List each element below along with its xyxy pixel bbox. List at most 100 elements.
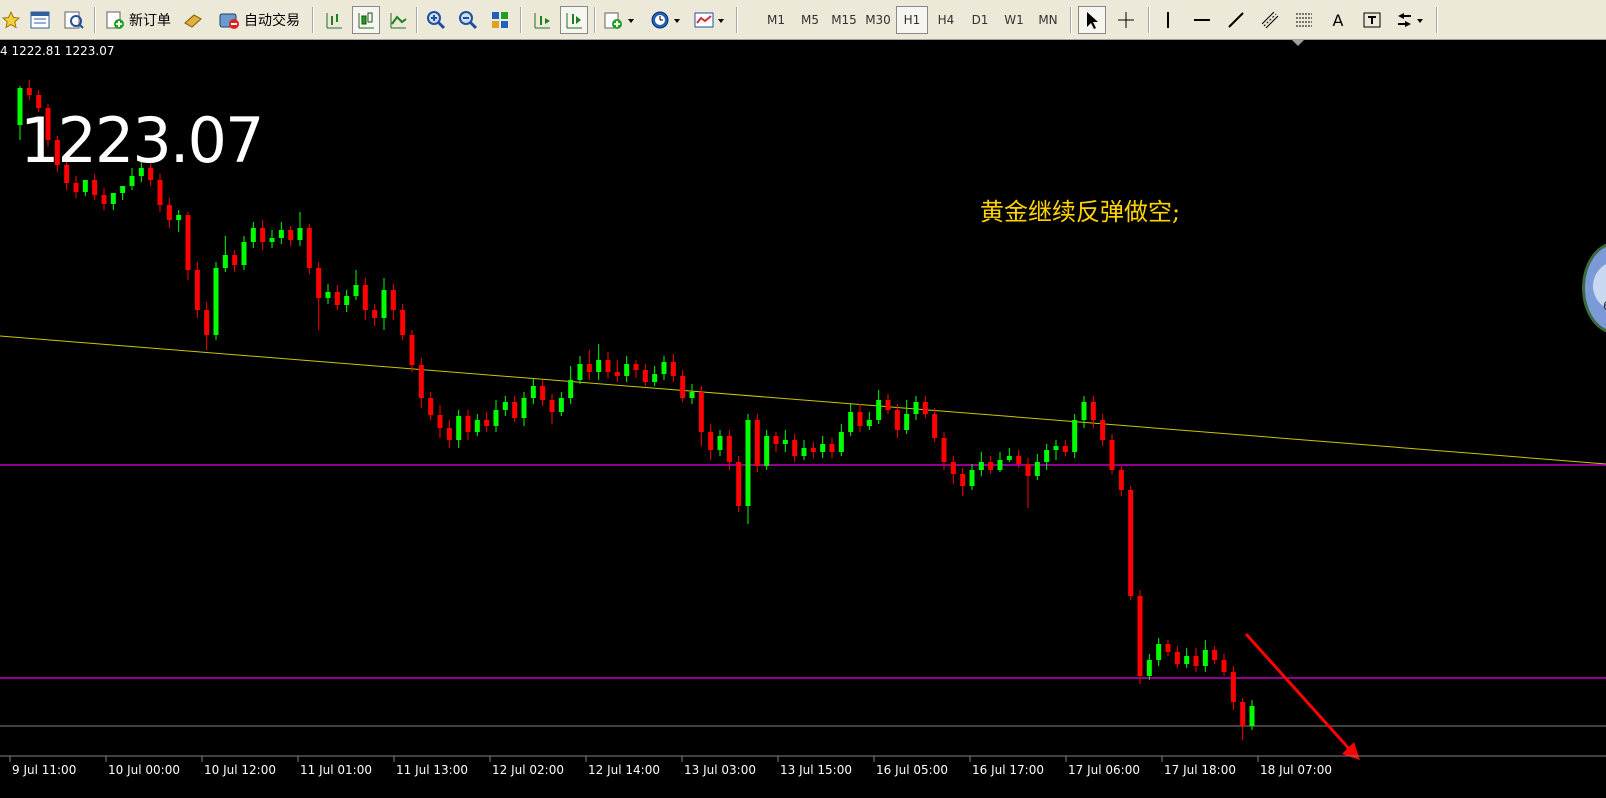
fibonacci-icon[interactable] (1290, 6, 1318, 34)
metaeditor-icon[interactable] (180, 6, 206, 34)
candle-body (661, 362, 667, 374)
candle-body (670, 362, 676, 376)
candle-body (474, 420, 480, 432)
candle-body (250, 228, 256, 242)
equidistant-channel-icon[interactable] (1256, 6, 1284, 34)
candle-body (465, 416, 471, 432)
candle-body (176, 215, 182, 220)
x-axis-label: 17 Jul 18:00 (1164, 763, 1236, 777)
candle-body (1072, 420, 1078, 452)
zoom-in-icon[interactable] (422, 6, 450, 34)
candle-body (157, 180, 163, 205)
candle-body (232, 255, 238, 265)
auto-scroll-icon[interactable] (560, 6, 588, 34)
candle-body (82, 180, 88, 192)
candle-body (577, 364, 583, 380)
candle-body (241, 242, 247, 265)
timeframe-h1-button[interactable]: H1 (896, 6, 928, 34)
candle-body (829, 444, 835, 452)
chart-shift-icon[interactable] (528, 6, 556, 34)
vertical-line-icon[interactable] (1154, 6, 1182, 34)
arrows-dropdown[interactable] (1392, 6, 1430, 34)
trendline[interactable] (0, 335, 1606, 465)
candle-body (904, 414, 910, 430)
toolbar-separator (520, 7, 522, 33)
timeframe-m30-button[interactable]: M30 (862, 6, 894, 34)
candle-body (325, 292, 331, 298)
toolbar-separator (1148, 7, 1150, 33)
periods-dropdown[interactable] (646, 6, 686, 34)
candle-body (801, 448, 807, 456)
candle-body (1156, 644, 1162, 660)
toolbar-separator (594, 7, 596, 33)
text-label-icon[interactable] (1358, 6, 1386, 34)
market-watch-icon[interactable] (26, 6, 54, 34)
timeframe-h4-button[interactable]: H4 (930, 6, 962, 34)
candle-body (1062, 446, 1068, 452)
candle-body (717, 436, 723, 450)
candle-body (372, 310, 378, 318)
candle-body (530, 386, 536, 398)
candle-body (614, 372, 620, 376)
candle-body (680, 376, 686, 398)
favorites-icon[interactable] (0, 6, 22, 34)
x-axis-label: 12 Jul 14:00 (588, 763, 660, 777)
timeframe-m15-button[interactable]: M15 (828, 6, 860, 34)
crosshair-icon[interactable] (1112, 6, 1140, 34)
tile-windows-icon[interactable] (486, 6, 514, 34)
candle-body (297, 228, 303, 240)
timeframe-m1-button[interactable]: M1 (760, 6, 792, 34)
candle-body (838, 432, 844, 452)
candle-body (969, 470, 975, 486)
candle-body (110, 193, 116, 204)
text-tool-button[interactable]: A (1324, 6, 1352, 34)
timeframe-mn-button[interactable]: MN (1032, 6, 1064, 34)
candle-body (512, 402, 518, 418)
candle-body (446, 428, 452, 440)
price-chart[interactable]: 9 Jul 11:00 10 Jul 00:00 10 Jul 12:00 11 Ju… (0, 40, 1606, 798)
candle-body (997, 460, 1003, 470)
x-axis-label: 13 Jul 15:00 (780, 763, 852, 777)
candle-body (484, 420, 490, 426)
bar-chart-icon[interactable] (320, 6, 348, 34)
toolbar-separator (1070, 7, 1072, 33)
candle-body (101, 195, 107, 204)
cursor-icon[interactable] (1078, 6, 1106, 34)
candle-body (540, 386, 546, 400)
ohlc-readout: 4 1222.81 1223.07 (0, 44, 115, 58)
candle-body (502, 402, 508, 410)
templates-dropdown[interactable] (690, 6, 730, 34)
x-axis-label: 9 Jul 11:00 (12, 763, 76, 777)
horizontal-line-icon[interactable] (1188, 6, 1216, 34)
candle-body (1081, 402, 1087, 420)
zoom-out-icon[interactable] (454, 6, 482, 34)
timeframe-d1-button[interactable]: D1 (964, 6, 996, 34)
candlestick-chart-icon[interactable] (352, 6, 380, 34)
candle-body (1109, 440, 1115, 470)
candle-body (698, 392, 704, 432)
indicators-dropdown[interactable] (600, 6, 640, 34)
candle-body (913, 402, 919, 414)
x-axis-label: 11 Jul 13:00 (396, 763, 468, 777)
timeframe-w1-button[interactable]: W1 (998, 6, 1030, 34)
candle-body (129, 176, 135, 186)
x-axis-label: 13 Jul 03:00 (684, 763, 756, 777)
toolbar-separator (94, 7, 96, 33)
toolbar: 新订单 自动交易 M1 M5 M15 M30 H1 H4 D1 W1 MN A (0, 0, 1606, 40)
toolbar-separator (312, 7, 314, 33)
candle-body (558, 398, 564, 412)
candle-body (885, 400, 891, 410)
auto-trade-button[interactable]: 自动交易 (212, 6, 306, 34)
candle-body (1202, 650, 1208, 666)
timeframe-m5-button[interactable]: M5 (794, 6, 826, 34)
down-arrow-line[interactable] (1244, 632, 1354, 754)
candle-body (633, 364, 639, 370)
line-chart-icon[interactable] (384, 6, 412, 34)
candle-body (866, 420, 872, 426)
candle-body (222, 255, 228, 268)
candle-body (1137, 596, 1143, 676)
new-order-button[interactable]: 新订单 (101, 6, 175, 34)
chart-annotation-text[interactable]: 黄金继续反弹做空; (980, 192, 1180, 227)
trendline-icon[interactable] (1222, 6, 1250, 34)
navigator-icon[interactable] (60, 6, 88, 34)
